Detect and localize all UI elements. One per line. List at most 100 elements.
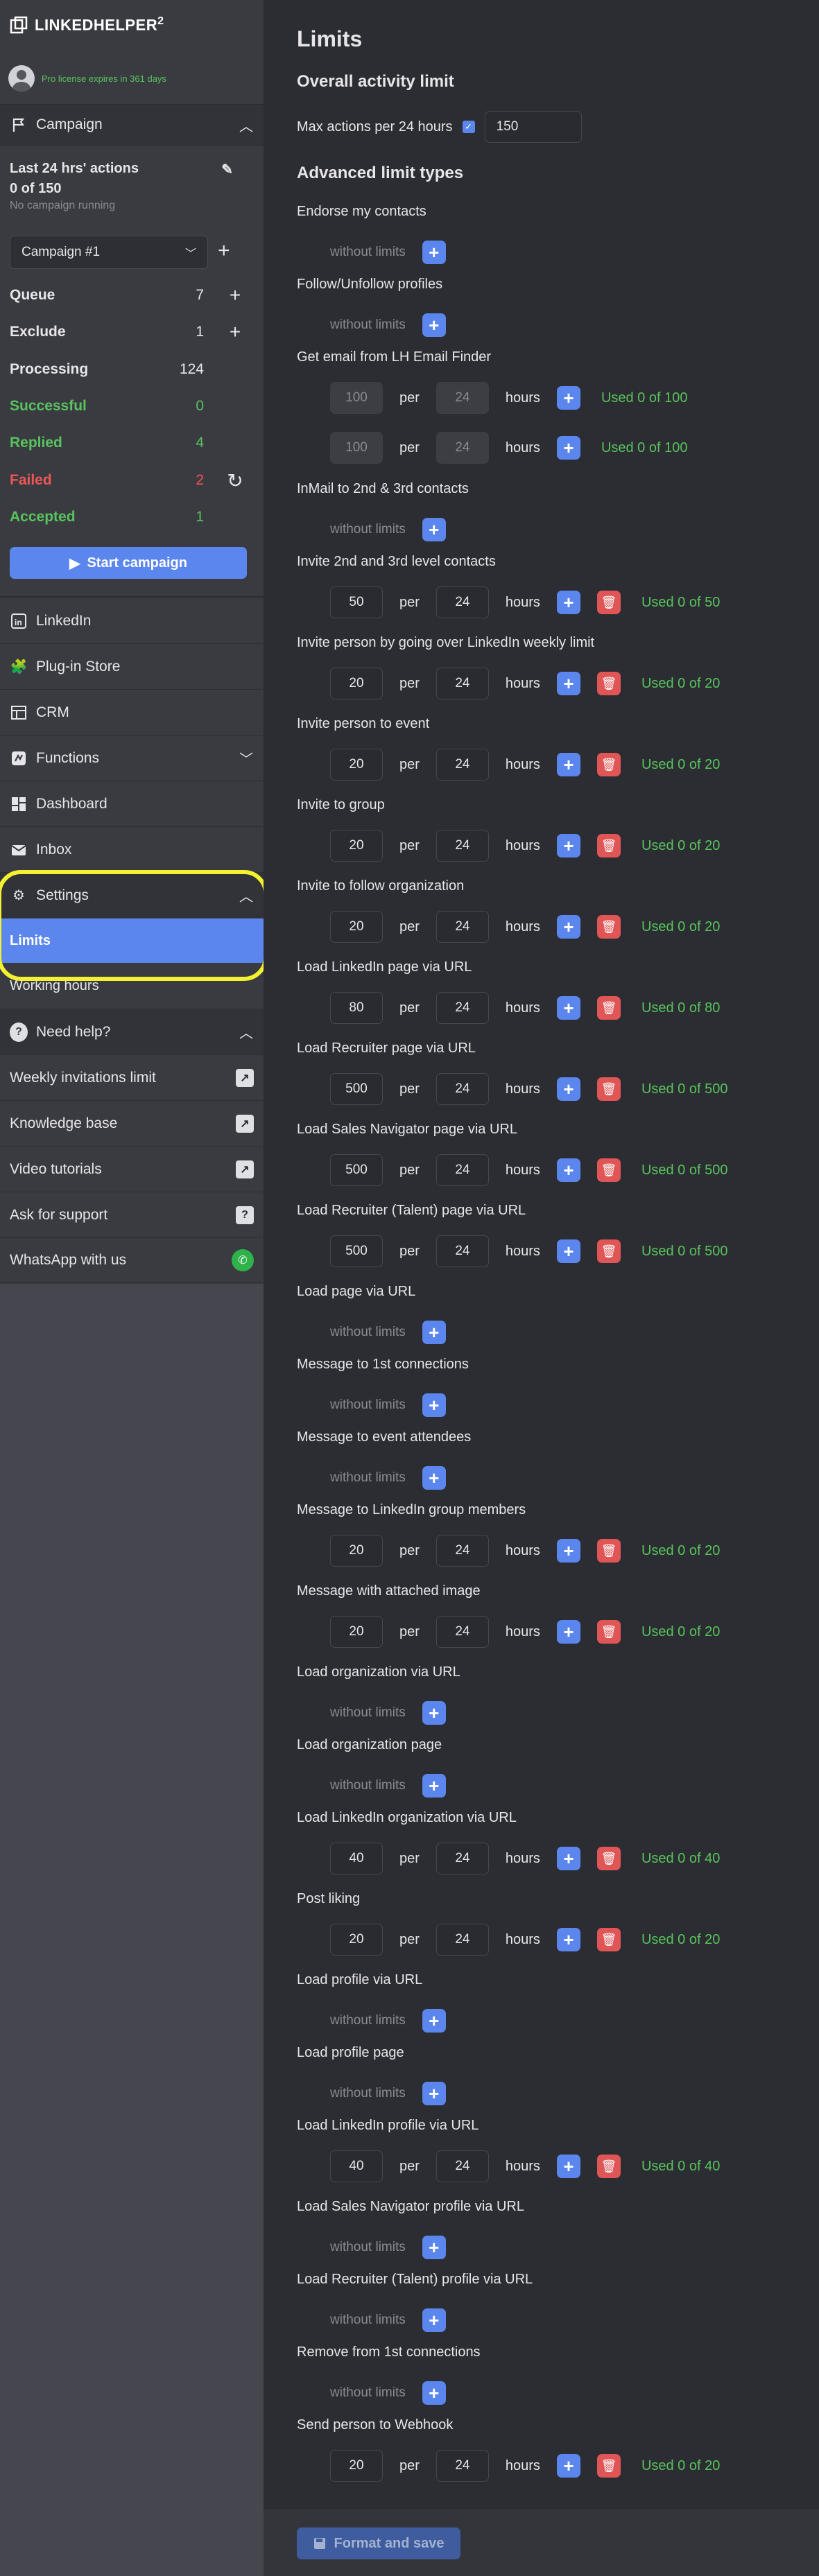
trash-icon[interactable]: 🗑 bbox=[596, 996, 621, 1020]
nav-knowledge-base[interactable]: Knowledge base ↗ bbox=[0, 1100, 264, 1146]
count-input[interactable]: 40 bbox=[330, 1843, 383, 1874]
add-limit-button[interactable]: + bbox=[422, 1321, 446, 1344]
nav-limits[interactable]: Limits bbox=[0, 919, 264, 963]
hours-input[interactable]: 24 bbox=[436, 1535, 489, 1567]
add-limit-button[interactable]: + bbox=[556, 1928, 580, 1951]
nav-plugin-store[interactable]: 🧩 Plug-in Store bbox=[0, 643, 264, 689]
nav-video-tutorials[interactable]: Video tutorials ↗ bbox=[0, 1146, 264, 1192]
hours-input[interactable]: 24 bbox=[436, 1154, 489, 1186]
hours-input[interactable]: 24 bbox=[436, 1073, 489, 1105]
hours-input[interactable]: 24 bbox=[436, 911, 489, 943]
count-input[interactable]: 50 bbox=[330, 586, 383, 618]
add-limit-button[interactable]: + bbox=[556, 1847, 580, 1870]
nav-crm[interactable]: CRM bbox=[0, 689, 264, 735]
nav-need-help[interactable]: ? Need help? ︿ bbox=[0, 1009, 264, 1054]
trash-icon[interactable]: 🗑 bbox=[596, 1847, 621, 1870]
add-limit-button[interactable]: + bbox=[422, 241, 446, 264]
trash-icon[interactable]: 🗑 bbox=[596, 834, 621, 858]
add-limit-button[interactable]: + bbox=[422, 2308, 446, 2332]
add-limit-button[interactable]: + bbox=[556, 672, 580, 695]
add-campaign-button[interactable]: + bbox=[218, 241, 230, 261]
add-limit-button[interactable]: + bbox=[422, 1466, 446, 1490]
add-limit-button[interactable]: + bbox=[556, 1620, 580, 1644]
add-limit-button[interactable]: + bbox=[556, 1077, 580, 1101]
add-limit-button[interactable]: + bbox=[556, 591, 580, 614]
count-input[interactable]: 20 bbox=[330, 911, 383, 943]
refresh-icon[interactable]: ↻ bbox=[225, 469, 245, 492]
hours-input[interactable]: 24 bbox=[436, 1843, 489, 1874]
hours-input[interactable]: 24 bbox=[436, 668, 489, 699]
trash-icon[interactable]: 🗑 bbox=[596, 1239, 621, 1263]
add-limit-button[interactable]: + bbox=[422, 2009, 446, 2033]
format-save-button[interactable]: Format and save bbox=[297, 2527, 460, 2559]
count-input[interactable]: 20 bbox=[330, 830, 383, 862]
add-limit-button[interactable]: + bbox=[556, 996, 580, 1020]
trash-icon[interactable]: 🗑 bbox=[596, 591, 621, 614]
campaign-section-header[interactable]: Campaign ︿ bbox=[0, 104, 264, 146]
add-limit-button[interactable]: + bbox=[556, 2155, 580, 2178]
max-actions-checkbox[interactable]: ✓ bbox=[462, 121, 475, 133]
chevron-up-icon[interactable]: ︿ bbox=[239, 117, 254, 134]
add-limit-button[interactable]: + bbox=[422, 1774, 446, 1798]
count-input[interactable]: 20 bbox=[330, 1535, 383, 1567]
count-input[interactable]: 40 bbox=[330, 2150, 383, 2182]
add-limit-button[interactable]: + bbox=[422, 518, 446, 541]
add-limit-button[interactable]: + bbox=[556, 436, 580, 460]
count-input[interactable]: 20 bbox=[330, 668, 383, 699]
avatar[interactable] bbox=[8, 65, 35, 92]
nav-ask-support[interactable]: Ask for support ? bbox=[0, 1192, 264, 1237]
chevron-up-icon[interactable]: ︿ bbox=[239, 888, 254, 905]
count-input[interactable]: 20 bbox=[330, 1924, 383, 1956]
nav-dashboard[interactable]: Dashboard bbox=[0, 781, 264, 826]
hours-input[interactable]: 24 bbox=[436, 432, 489, 464]
hours-input[interactable]: 24 bbox=[436, 2450, 489, 2482]
add-limit-button[interactable]: + bbox=[422, 2381, 446, 2405]
hours-input[interactable]: 24 bbox=[436, 586, 489, 618]
hours-input[interactable]: 24 bbox=[436, 1924, 489, 1956]
hours-input[interactable]: 24 bbox=[436, 1616, 489, 1648]
count-input[interactable]: 20 bbox=[330, 749, 383, 781]
count-input[interactable]: 20 bbox=[330, 1616, 383, 1648]
trash-icon[interactable]: 🗑 bbox=[596, 1539, 621, 1563]
chevron-down-icon[interactable]: ﹀ bbox=[239, 751, 254, 767]
trash-icon[interactable]: 🗑 bbox=[596, 753, 621, 776]
edit-icon[interactable]: ✎ bbox=[221, 161, 233, 178]
add-icon[interactable]: + bbox=[225, 321, 245, 343]
nav-inbox[interactable]: Inbox bbox=[0, 826, 264, 872]
trash-icon[interactable]: 🗑 bbox=[596, 2454, 621, 2478]
trash-icon[interactable]: 🗑 bbox=[596, 2155, 621, 2178]
nav-settings[interactable]: ⚙ Settings ︿ bbox=[0, 872, 264, 918]
chevron-up-icon[interactable]: ︿ bbox=[239, 1025, 254, 1041]
hours-input[interactable]: 24 bbox=[436, 382, 489, 414]
add-limit-button[interactable]: + bbox=[422, 1393, 446, 1417]
add-limit-button[interactable]: + bbox=[556, 834, 580, 858]
nav-weekly-limit[interactable]: Weekly invitations limit ↗ bbox=[0, 1054, 264, 1100]
hours-input[interactable]: 24 bbox=[436, 1235, 489, 1267]
nav-working-hours[interactable]: Working hours bbox=[0, 963, 264, 1009]
start-campaign-button[interactable]: ▶ Start campaign bbox=[10, 547, 247, 579]
count-input[interactable]: 100 bbox=[330, 432, 383, 464]
trash-icon[interactable]: 🗑 bbox=[596, 1620, 621, 1644]
add-limit-button[interactable]: + bbox=[556, 915, 580, 939]
nav-linkedin[interactable]: in LinkedIn bbox=[0, 598, 264, 643]
count-input[interactable]: 100 bbox=[330, 382, 383, 414]
add-limit-button[interactable]: + bbox=[556, 1239, 580, 1263]
hours-input[interactable]: 24 bbox=[436, 2150, 489, 2182]
count-input[interactable]: 80 bbox=[330, 992, 383, 1024]
max-actions-input[interactable]: 150 bbox=[484, 111, 582, 143]
count-input[interactable]: 500 bbox=[330, 1073, 383, 1105]
add-limit-button[interactable]: + bbox=[556, 753, 580, 776]
add-limit-button[interactable]: + bbox=[556, 1539, 580, 1563]
count-input[interactable]: 500 bbox=[330, 1154, 383, 1186]
trash-icon[interactable]: 🗑 bbox=[596, 1928, 621, 1951]
hours-input[interactable]: 24 bbox=[436, 992, 489, 1024]
trash-icon[interactable]: 🗑 bbox=[596, 1077, 621, 1101]
hours-input[interactable]: 24 bbox=[436, 749, 489, 781]
add-limit-button[interactable]: + bbox=[422, 313, 446, 337]
nav-functions[interactable]: Functions ﹀ bbox=[0, 735, 264, 781]
trash-icon[interactable]: 🗑 bbox=[596, 915, 621, 939]
hours-input[interactable]: 24 bbox=[436, 830, 489, 862]
add-icon[interactable]: + bbox=[225, 284, 245, 306]
add-limit-button[interactable]: + bbox=[422, 2236, 446, 2259]
count-input[interactable]: 20 bbox=[330, 2450, 383, 2482]
